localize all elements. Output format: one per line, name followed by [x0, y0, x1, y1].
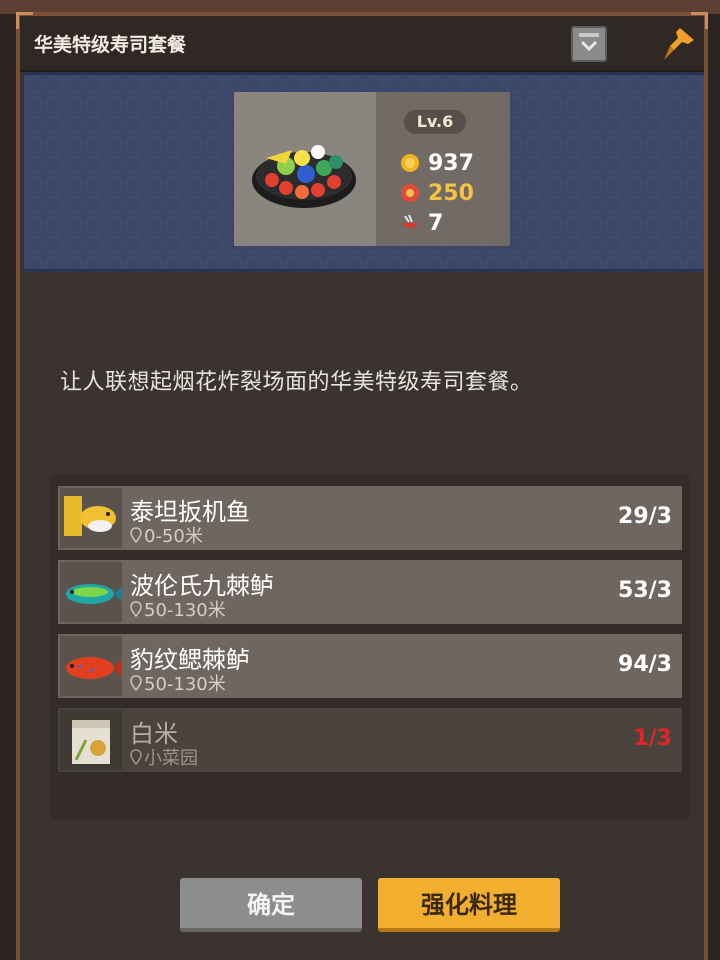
triggerfish-icon — [64, 496, 116, 536]
location-pin-icon — [130, 675, 142, 691]
price-value: 937 — [428, 150, 474, 176]
servings-stat: 7 — [400, 210, 443, 236]
ingredient-row[interactable]: 波伦氏九棘鲈 50-130米 53/3 — [58, 560, 682, 624]
price-stat: 937 — [400, 150, 474, 176]
ingredient-count: 94/3 — [618, 652, 672, 677]
ingredient-location-text: 50-130米 — [144, 674, 226, 695]
location-pin-icon — [130, 601, 142, 617]
energy-value: 250 — [428, 180, 474, 206]
ingredient-location-text: 50-130米 — [144, 600, 226, 621]
ingredient-row[interactable]: 泰坦扳机鱼 0-50米 29/3 — [58, 486, 682, 550]
location-pin-icon — [130, 527, 142, 543]
ingredient-location: 50-130米 — [130, 596, 226, 622]
coin-icon — [401, 154, 419, 172]
confirm-button[interactable]: 确定 — [180, 878, 362, 932]
stamina-icon — [401, 184, 419, 202]
ingredient-location: 小菜园 — [130, 744, 198, 770]
coral-trout-icon — [66, 657, 122, 679]
ingredient-image — [60, 636, 122, 696]
sushi-platter-icon — [252, 145, 356, 208]
dish-image-frame — [234, 92, 376, 246]
bowl-icon — [402, 214, 418, 228]
pin-icon[interactable] — [660, 24, 698, 66]
dish-description: 让人联想起烟花炸裂场面的华美特级寿司套餐。 — [60, 370, 533, 395]
dish-card: Lv.6 937 250 7 — [234, 92, 510, 246]
background-right — [706, 14, 720, 960]
ingredient-row[interactable]: 豹纹鳃棘鲈 50-130米 94/3 — [58, 634, 682, 698]
grouper-icon — [66, 584, 122, 604]
recipe-panel: 华美特级寿司套餐 Lv.6 937 250 7 让人联想起烟花炸裂场面的华美特级… — [16, 12, 708, 960]
ingredient-image — [60, 488, 122, 548]
ingredient-image — [60, 710, 122, 770]
panel-header: 华美特级寿司套餐 — [20, 16, 704, 72]
rice-bag-icon — [72, 720, 110, 764]
panel-title: 华美特级寿司套餐 — [34, 34, 187, 56]
ingredient-count: 29/3 — [618, 504, 672, 529]
location-pin-icon — [130, 749, 142, 765]
ingredient-count: 1/3 — [633, 726, 672, 751]
ingredient-location-text: 小菜园 — [144, 748, 198, 769]
servings-value: 7 — [428, 210, 444, 236]
ingredient-location-text: 0-50米 — [144, 526, 203, 547]
ingredient-row[interactable]: 白米 小菜园 1/3 — [58, 708, 682, 772]
level-badge: Lv.6 — [404, 110, 466, 134]
enhance-cooking-button[interactable]: 强化料理 — [378, 878, 560, 932]
chevron-down-icon — [579, 33, 599, 52]
energy-stat: 250 — [400, 180, 474, 206]
ingredient-location: 50-130米 — [130, 670, 226, 696]
ingredient-image — [60, 562, 122, 622]
collapse-button[interactable] — [571, 26, 607, 62]
ingredient-location: 0-50米 — [130, 522, 203, 548]
ingredients-list: 泰坦扳机鱼 0-50米 29/3 波伦氏九棘鲈 50-130米 53/3 豹纹鳃… — [50, 474, 690, 820]
ingredient-count: 53/3 — [618, 578, 672, 603]
